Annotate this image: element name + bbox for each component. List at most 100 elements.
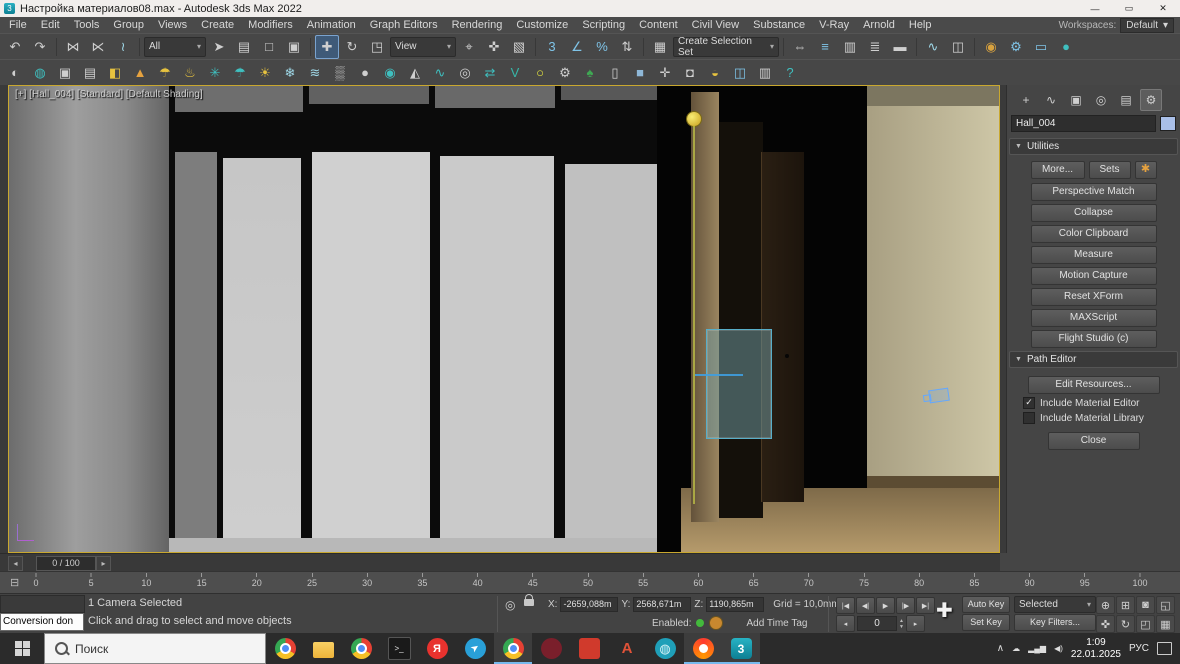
menu-item-v-ray[interactable]: V-Ray (812, 17, 856, 33)
minimize-button[interactable]: — (1078, 0, 1112, 17)
percent-snap-icon[interactable]: % (590, 35, 614, 59)
selection-set-key-dropdown[interactable]: Selected▾ (1014, 596, 1096, 613)
snowflake-icon[interactable]: ❄ (278, 61, 302, 85)
chrome-icon-2[interactable] (342, 633, 380, 664)
select-and-manipulate-icon[interactable]: ✜ (482, 35, 506, 59)
edit-resources-button[interactable]: Edit Resources... (1028, 376, 1160, 394)
zoom-all-icon[interactable]: ⊞ (1116, 596, 1135, 614)
file-explorer-icon[interactable] (304, 633, 342, 664)
material-editor-icon[interactable]: ◉ (979, 35, 1003, 59)
include-material-editor-checkbox[interactable]: ✓ (1023, 397, 1035, 409)
z-coordinate-field[interactable]: 1190,865m (706, 597, 764, 612)
axis-icon[interactable]: ✛ (653, 61, 677, 85)
taskbar-clock[interactable]: 1:09 22.01.2025 (1071, 637, 1121, 661)
zoom-extents-icon[interactable]: ◙ (1136, 596, 1155, 614)
object-color-swatch[interactable] (1160, 116, 1176, 131)
redo-icon[interactable]: ↷ (28, 35, 52, 59)
start-button[interactable] (0, 633, 44, 664)
marble-icon[interactable]: ◉ (378, 61, 402, 85)
menu-item-arnold[interactable]: Arnold (856, 17, 902, 33)
frame-forward-button[interactable]: ▸ (906, 615, 925, 632)
menu-item-scripting[interactable]: Scripting (575, 17, 632, 33)
utilities-config-icon[interactable]: ✱ (1135, 161, 1157, 179)
close-utility-button[interactable]: Close (1048, 432, 1140, 450)
time-slider[interactable]: 0 / 100 (36, 556, 96, 571)
pan-icon[interactable]: ✜ (1096, 615, 1115, 633)
go-to-end-button[interactable]: ▶| (916, 597, 935, 614)
bind-to-space-warp-icon[interactable]: ≀ (111, 35, 135, 59)
sun-icon[interactable]: ☀ (253, 61, 277, 85)
hierarchy-tab-icon[interactable]: ▣ (1065, 89, 1087, 111)
color-correct-icon[interactable]: ◧ (103, 61, 127, 85)
fog-icon[interactable]: ▒ (328, 61, 352, 85)
window-crossing-icon[interactable]: ▣ (282, 35, 306, 59)
camera-icon[interactable]: ◘ (678, 61, 702, 85)
browser-globe-icon[interactable]: ◍ (646, 633, 684, 664)
modify-tab-icon[interactable]: ∿ (1040, 89, 1062, 111)
select-and-rotate-icon[interactable]: ↻ (340, 35, 364, 59)
menu-item-substance[interactable]: Substance (746, 17, 812, 33)
current-frame-field[interactable]: 0 (857, 616, 897, 631)
more-button[interactable]: More... (1031, 161, 1085, 179)
bulb-icon[interactable]: ○ (528, 61, 552, 85)
motion-tab-icon[interactable]: ◎ (1090, 89, 1112, 111)
set-key-button[interactable]: Set Key (962, 614, 1010, 631)
vray-icon[interactable]: V (503, 61, 527, 85)
eye-icon[interactable]: ◎ (453, 61, 477, 85)
yandex-icon[interactable]: Я (418, 633, 456, 664)
timeline-ruler[interactable]: 0510152025303540455055606570758085909510… (36, 572, 1140, 594)
gear-icon[interactable]: ⚙ (553, 61, 577, 85)
lock-selection-icon[interactable] (524, 594, 534, 606)
select-and-move-icon[interactable]: ✚ (315, 35, 339, 59)
selection-set-dropdown[interactable]: Create Selection Set▾ (673, 37, 779, 57)
next-frame-button[interactable]: |▶ (896, 597, 915, 614)
mini-listener-pane[interactable] (0, 595, 85, 613)
action-center-icon[interactable] (1157, 642, 1172, 655)
umbrella-teal-icon[interactable]: ☂ (228, 61, 252, 85)
stats-icon[interactable]: ▥ (753, 61, 777, 85)
menu-item-graph-editors[interactable]: Graph Editors (363, 17, 445, 33)
scene-converter-icon[interactable]: ◐ (3, 61, 27, 85)
trackbar-next-button[interactable]: ▸ (96, 556, 111, 571)
adobe-app-icon[interactable] (570, 633, 608, 664)
render-production-icon[interactable]: ● (1054, 35, 1078, 59)
x-coordinate-field[interactable]: -2659,088m (560, 597, 618, 612)
trackbar-prev-button[interactable]: ◂ (8, 556, 23, 571)
select-and-link-icon[interactable]: ⋈ (61, 35, 85, 59)
chrome-icon-3[interactable] (494, 633, 532, 664)
terminal-icon[interactable]: >_ (380, 633, 418, 664)
monitor-icon[interactable]: ▣ (53, 61, 77, 85)
sets-button[interactable]: Sets (1089, 161, 1131, 179)
network-icon[interactable]: ▂▄▆ (1028, 644, 1046, 653)
utilities-tab-icon[interactable]: ⚙ (1140, 89, 1162, 111)
3dsmax-icon[interactable]: 3 (722, 633, 760, 664)
previous-frame-button[interactable]: ◀| (856, 597, 875, 614)
telegram-icon[interactable]: ➤ (456, 633, 494, 664)
batch-render-icon[interactable]: ▤ (78, 61, 102, 85)
close-button[interactable]: ✕ (1146, 0, 1180, 17)
scene-explorer-icon[interactable]: ≣ (863, 35, 887, 59)
frame-back-button[interactable]: ◂ (836, 615, 855, 632)
zoom-region-icon[interactable]: ◱ (1156, 596, 1175, 614)
maximize-button[interactable]: ▭ (1112, 0, 1146, 17)
view-dropdown[interactable]: View▾ (390, 37, 456, 57)
create-tab-icon[interactable]: + (1015, 89, 1037, 111)
viewport-label[interactable]: [+] [Hall_004] [Standard] [Default Shadi… (15, 89, 203, 100)
timeline-config-icon[interactable]: ⊟ (10, 576, 19, 589)
utility-button-measure[interactable]: Measure (1031, 246, 1157, 264)
zoom-icon[interactable]: ⊕ (1096, 596, 1115, 614)
menu-item-edit[interactable]: Edit (34, 17, 67, 33)
rendered-frame-icon[interactable]: ▭ (1029, 35, 1053, 59)
workspaces-dropdown[interactable]: Default▾ (1120, 18, 1174, 33)
pyramid-icon[interactable]: ◭ (403, 61, 427, 85)
y-coordinate-field[interactable]: 2568,671m (633, 597, 691, 612)
menu-item-content[interactable]: Content (632, 17, 685, 33)
water-icon[interactable]: ∿ (428, 61, 452, 85)
display-tab-icon[interactable]: ▤ (1115, 89, 1137, 111)
orbit-icon[interactable]: ↻ (1116, 615, 1135, 633)
menu-item-views[interactable]: Views (151, 17, 194, 33)
isolate-selection-icon[interactable]: ◎ (505, 598, 515, 612)
menu-item-modifiers[interactable]: Modifiers (241, 17, 300, 33)
tray-chevron-icon[interactable]: ∧ (997, 643, 1004, 654)
object-name-field[interactable]: Hall_004 (1011, 115, 1156, 132)
